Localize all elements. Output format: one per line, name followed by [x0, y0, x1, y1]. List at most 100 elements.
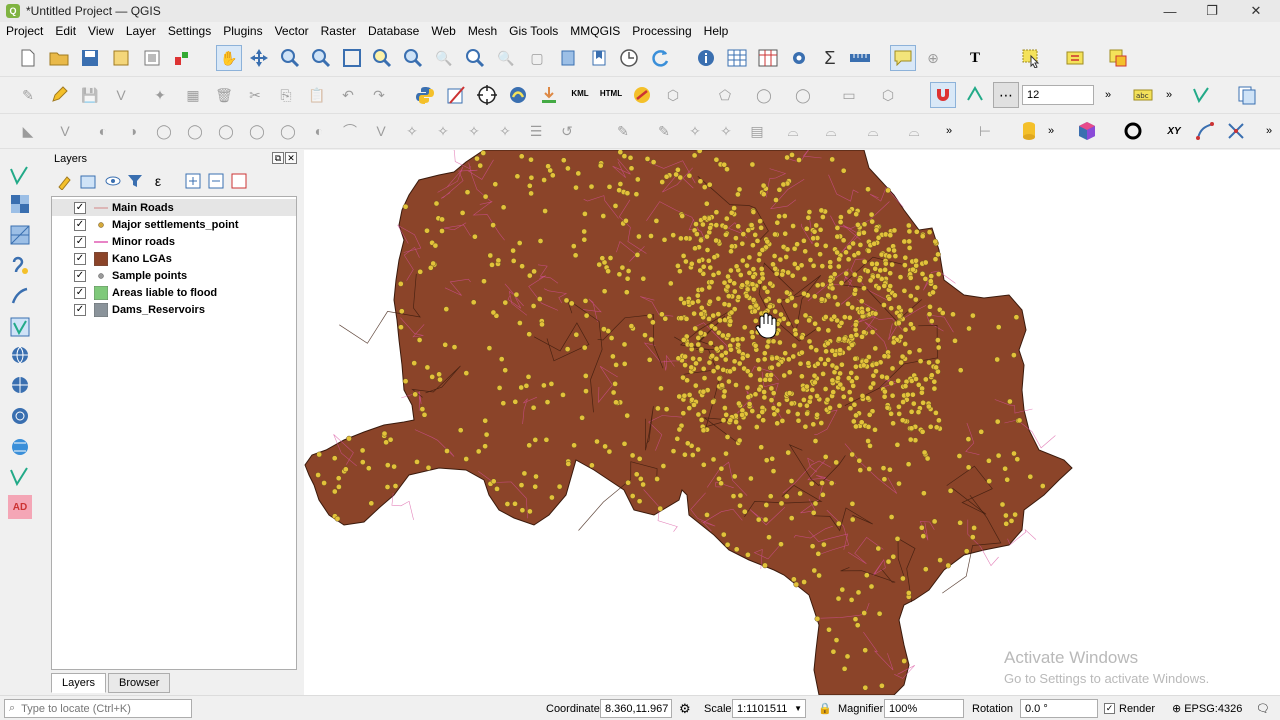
layer-visibility-checkbox[interactable]: ✓: [74, 303, 86, 316]
split-features-icon[interactable]: V: [370, 120, 392, 142]
measure-icon[interactable]: [849, 47, 871, 69]
vertex-tool-icon[interactable]: ✦: [149, 84, 171, 106]
menu-raster[interactable]: Raster: [315, 24, 362, 38]
snapping-mode-icon[interactable]: [964, 84, 986, 106]
style-manager-icon[interactable]: [171, 47, 193, 69]
zoom-next-icon[interactable]: 🔍: [495, 47, 517, 69]
python-console-icon[interactable]: [414, 84, 436, 106]
menu-view[interactable]: View: [82, 24, 120, 38]
redo-icon[interactable]: ↷: [368, 84, 390, 106]
layer-visibility-checkbox[interactable]: ✓: [74, 235, 86, 248]
add-postgis-layer-icon[interactable]: [8, 465, 32, 489]
statistical-summary-icon[interactable]: Σ: [819, 47, 841, 69]
add-vector-layer-icon[interactable]: [8, 164, 32, 188]
menu-web[interactable]: Web: [425, 24, 461, 38]
toolbar3-overflow-icon[interactable]: »: [938, 120, 960, 142]
save-edits-icon[interactable]: 💾: [79, 84, 101, 106]
database-overflow-icon[interactable]: »: [1040, 120, 1062, 142]
tab-browser[interactable]: Browser: [108, 673, 171, 693]
new-3d-view-icon[interactable]: [557, 47, 579, 69]
tab-layers[interactable]: Layers: [51, 673, 107, 693]
add-virtual-layer-icon[interactable]: [8, 315, 32, 339]
add-wfs-layer-icon[interactable]: [8, 373, 32, 397]
layer-item-kano-lgas[interactable]: ✓ Kano LGAs: [52, 250, 296, 267]
add-group-icon[interactable]: [77, 170, 99, 192]
menu-mesh[interactable]: Mesh: [462, 24, 503, 38]
temporal-controller-icon[interactable]: [618, 47, 640, 69]
zoom-native-icon[interactable]: 🔍: [433, 47, 455, 69]
new-map-view-icon[interactable]: ▢: [526, 47, 548, 69]
new-project-icon[interactable]: [17, 47, 39, 69]
layer-item-main-roads[interactable]: ✓ Main Roads: [52, 199, 296, 216]
layer-visibility-checkbox[interactable]: ✓: [74, 218, 86, 231]
label-rotate-icon[interactable]: ✧: [715, 120, 737, 142]
shape-digitize-icon[interactable]: [445, 84, 467, 106]
toggle-extents-icon[interactable]: ⚙: [679, 699, 691, 718]
trim-extend-icon[interactable]: ↺: [556, 120, 578, 142]
new-print-layout-icon[interactable]: [110, 47, 132, 69]
identify-features-icon[interactable]: [695, 47, 717, 69]
layer-item-minor-roads[interactable]: ✓ Minor roads: [52, 233, 296, 250]
layer-visibility-checkbox[interactable]: ✓: [74, 269, 86, 282]
open-attribute-table-icon[interactable]: [726, 47, 748, 69]
pan-map-icon[interactable]: ✋: [216, 45, 242, 71]
label-tool-icon[interactable]: abc: [1132, 84, 1154, 106]
menu-gis-tools[interactable]: Gis Tools: [503, 24, 564, 38]
annotation-tool-icon[interactable]: ⌓: [820, 120, 842, 142]
split-parts-icon[interactable]: ✧: [401, 120, 423, 142]
add-raster-layer-icon[interactable]: [8, 192, 32, 216]
menu-help[interactable]: Help: [698, 24, 735, 38]
layout-manager-icon[interactable]: [141, 47, 163, 69]
select-features-icon[interactable]: [1020, 47, 1042, 69]
label-pin-icon[interactable]: ✎: [612, 120, 634, 142]
zoom-to-layer-icon[interactable]: [402, 47, 424, 69]
curve-tool-icon[interactable]: [1194, 120, 1216, 142]
label-change-icon[interactable]: ▤: [746, 120, 768, 142]
zoom-to-selection-icon[interactable]: [371, 47, 393, 69]
add-xyz-layer-icon[interactable]: [8, 435, 32, 459]
toolbar-overflow-icon[interactable]: »: [1097, 84, 1119, 106]
menu-vector[interactable]: Vector: [269, 24, 315, 38]
annotation-more-icon[interactable]: ⌓: [903, 120, 925, 142]
add-part-icon[interactable]: ◯: [184, 120, 206, 142]
restore-button[interactable]: ❐: [1190, 0, 1234, 22]
circle-tool-icon[interactable]: [1122, 120, 1144, 142]
undo-icon[interactable]: ↶: [337, 84, 359, 106]
shape-tool-3-icon[interactable]: ◯: [792, 84, 814, 106]
copy-features-icon[interactable]: ⎘: [275, 84, 297, 106]
ad-plugin-icon[interactable]: AD: [8, 495, 32, 519]
text-annotation-icon[interactable]: T: [964, 47, 986, 69]
toolbar3-end-overflow-icon[interactable]: »: [1258, 120, 1280, 142]
menu-plugins[interactable]: Plugins: [217, 24, 268, 38]
pin-tool-icon[interactable]: ⬡: [662, 84, 684, 106]
advanced-digitize-icon[interactable]: ◣: [17, 120, 39, 142]
zoom-out-icon[interactable]: [310, 47, 332, 69]
annotation-edit-icon[interactable]: ⌓: [862, 120, 884, 142]
open-project-icon[interactable]: [48, 47, 70, 69]
panel-float-button[interactable]: ⧉: [272, 152, 284, 164]
menu-edit[interactable]: Edit: [49, 24, 82, 38]
style-layer-icon[interactable]: [54, 170, 76, 192]
menu-project[interactable]: Project: [0, 24, 49, 38]
snapping-tolerance-spinbox[interactable]: 12: [1022, 85, 1094, 105]
qgis2web-icon[interactable]: [631, 84, 653, 106]
simplify-feature-icon[interactable]: ◑: [122, 120, 144, 142]
layer-item-major-settlements[interactable]: ✓ Major settlements_point: [52, 216, 296, 233]
copy-layout-icon[interactable]: [1236, 84, 1258, 106]
current-edits-icon[interactable]: ✎: [17, 84, 39, 106]
snapping-magnet-icon[interactable]: [930, 82, 956, 108]
messages-icon[interactable]: 🗨: [1256, 699, 1270, 718]
measure-line-icon[interactable]: ⊢: [974, 120, 996, 142]
add-spatialite-icon[interactable]: [8, 284, 32, 308]
map-tips-icon[interactable]: [890, 45, 916, 71]
coordinate-field[interactable]: 8.360,11.967: [600, 699, 672, 718]
move-feature-icon[interactable]: V: [54, 120, 76, 142]
layer-visibility-checkbox[interactable]: ✓: [74, 252, 86, 265]
render-checkbox[interactable]: ✓ Render: [1104, 699, 1155, 718]
deselect-icon[interactable]: [1064, 47, 1086, 69]
crs-button[interactable]: ⊕ EPSG:4326: [1172, 699, 1242, 718]
reshape-icon[interactable]: ◐: [308, 120, 330, 142]
zoom-in-icon[interactable]: [279, 47, 301, 69]
remove-layer-icon[interactable]: [228, 170, 250, 192]
shape-tool-1-icon[interactable]: ⬠: [714, 84, 736, 106]
